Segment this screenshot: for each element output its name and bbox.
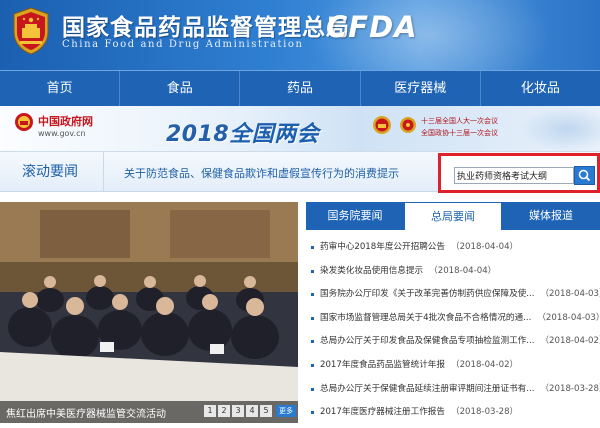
nav-item-home[interactable]: 首页 — [0, 71, 121, 106]
news-photo-slideshow[interactable]: 焦红出席中美医疗器械监管交流活动 1 2 3 4 5 更多 — [0, 202, 298, 423]
news-title[interactable]: 总局办公厅关于保健食品延续注册审评期间注册证书有... — [320, 384, 534, 394]
main-nav: 首页 食品 药品 医疗器械 化妆品 — [0, 70, 600, 106]
site-header: 国家食品药品监督管理总局 China Food and Drug Adminis… — [0, 0, 600, 70]
search-icon — [578, 169, 591, 182]
meeting-year: 2018 — [166, 122, 230, 147]
more-button[interactable]: 更多 — [276, 405, 296, 417]
gov-emblem-icon — [15, 113, 33, 131]
news-item[interactable]: 药审中心2018年度公开招聘公告 （2018-04-04） — [310, 236, 600, 260]
tab-media-reports[interactable]: 媒体报道 — [502, 202, 600, 230]
photo-caption[interactable]: 焦红出席中美医疗器械监管交流活动 — [6, 405, 166, 420]
meeting-name: 全国两会 — [229, 122, 320, 147]
nav-item-food[interactable]: 食品 — [120, 71, 241, 106]
pager-button-5[interactable]: 5 — [260, 405, 272, 417]
news-date: （2018-04-02） — [540, 336, 600, 347]
npc-emblem-icon — [373, 116, 391, 134]
tab-cfda-news[interactable]: 总局要闻 — [404, 202, 502, 230]
news-date: （2018-04-04） — [429, 265, 497, 276]
news-date: （2018-04-04） — [451, 242, 519, 252]
news-title[interactable]: 2017年度食品药品监管统计年报 — [320, 360, 445, 370]
news-title[interactable]: 国务院办公厅印发《关于改革完善仿制药供应保障及使... — [320, 289, 534, 299]
nav-item-cosmetics[interactable]: 化妆品 — [481, 71, 600, 106]
pager-button-1[interactable]: 1 — [204, 405, 216, 417]
scroll-news-label: 滚动要闻 — [0, 152, 104, 192]
news-date: （2018-03-28） — [540, 383, 600, 394]
pager-button-2[interactable]: 2 — [218, 405, 230, 417]
news-date: （2018-04-03） — [540, 289, 600, 300]
cfda-logo[interactable]: CFDA — [326, 10, 418, 44]
news-tabs: 国务院要闻 总局要闻 媒体报道 — [306, 202, 600, 230]
search-button[interactable] — [574, 166, 595, 185]
news-item[interactable]: 染发类化妆品使用信息提示 （2018-04-04） — [310, 260, 600, 284]
photo-caption-bar: 焦红出席中美医疗器械监管交流活动 1 2 3 4 5 更多 — [0, 401, 298, 423]
gov-site-url: www.gov.cn — [38, 129, 86, 138]
pager-button-4[interactable]: 4 — [246, 405, 258, 417]
nav-item-medical-devices[interactable]: 医疗器械 — [361, 71, 481, 106]
pager-button-3[interactable]: 3 — [232, 405, 244, 417]
news-list: 药审中心2018年度公开招聘公告 （2018-04-04） 染发类化妆品使用信息提… — [310, 236, 600, 425]
two-sessions-banner[interactable]: 中国政府网 www.gov.cn 2018全国两会 十三届全国人大一次会议 全国… — [0, 106, 600, 152]
search-input[interactable] — [454, 167, 574, 184]
tab-state-council-news[interactable]: 国务院要闻 — [306, 202, 404, 230]
session-line-cppcc: 全国政协十三届一次会议 — [421, 129, 498, 137]
news-item[interactable]: 2017年度食品药品监管统计年报 （2018-04-02） — [310, 354, 600, 378]
session-line-npc: 十三届全国人大一次会议 — [421, 117, 498, 125]
conference-photo — [0, 202, 298, 423]
gov-site-name[interactable]: 中国政府网 — [38, 113, 93, 129]
news-date: （2018-04-02） — [451, 359, 519, 370]
site-subtitle: China Food and Drug Administration — [62, 39, 304, 50]
news-date: （2018-04-03） — [537, 312, 600, 323]
news-item[interactable]: 2017年度医疗器械注册工作报告 （2018-03-28） — [310, 401, 600, 425]
news-item[interactable]: 国家市场监督管理总局关于4批次食品不合格情况的通... （2018-04-03） — [310, 307, 600, 331]
news-title[interactable]: 总局办公厅关于印发食品及保健食品专项抽检监测工作... — [320, 336, 534, 346]
news-title[interactable]: 染发类化妆品使用信息提示 — [320, 266, 423, 276]
news-title[interactable]: 2017年度医疗器械注册工作报告 — [320, 407, 445, 417]
nav-item-drugs[interactable]: 药品 — [240, 71, 361, 106]
national-emblem-icon — [13, 7, 49, 55]
news-title[interactable]: 药审中心2018年度公开招聘公告 — [320, 242, 445, 252]
news-title[interactable]: 国家市场监督管理总局关于4批次食品不合格情况的通... — [320, 313, 531, 323]
slideshow-pager: 1 2 3 4 5 更多 — [204, 405, 296, 417]
news-date: （2018-03-28） — [451, 407, 519, 418]
scroll-news-link[interactable]: 关于防范食品、保健食品欺诈和虚假宣传行为的消费提示 — [124, 165, 399, 181]
news-item[interactable]: 总局办公厅关于印发食品及保健食品专项抽检监测工作... （2018-04-02） — [310, 330, 600, 354]
site-title: 国家食品药品监督管理总局 — [62, 14, 350, 41]
meeting-title: 2018全国两会 — [166, 116, 319, 148]
news-item[interactable]: 总局办公厅关于保健食品延续注册审评期间注册证书有... （2018-03-28） — [310, 378, 600, 402]
cppcc-emblem-icon — [400, 117, 416, 133]
banner-decoration — [520, 106, 600, 152]
search-area — [438, 153, 600, 193]
news-item[interactable]: 国务院办公厅印发《关于改革完善仿制药供应保障及使... （2018-04-03） — [310, 283, 600, 307]
